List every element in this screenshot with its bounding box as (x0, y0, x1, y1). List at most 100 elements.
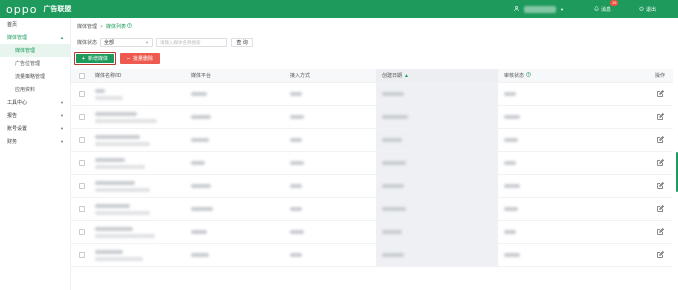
row-checkbox-cell (71, 252, 93, 258)
edit-icon[interactable] (656, 158, 664, 168)
row-checkbox-cell (71, 114, 93, 120)
cell-name (93, 180, 191, 192)
redacted-date (382, 138, 402, 142)
sidebar-item-ad-slot-management[interactable]: 广告位管理 (0, 57, 70, 70)
sidebar-item-traffic-strategy[interactable]: 流量策略管理 (0, 70, 70, 83)
table-row (71, 152, 673, 175)
sidebar-group-reports[interactable]: 报告 ▼ (0, 109, 70, 122)
query-button[interactable]: 查 询 (231, 38, 254, 47)
top-navbar: oppo 广告联盟 ▼ 消息 15 退出 (0, 0, 678, 18)
chevron-down-icon: ▼ (145, 40, 150, 45)
redacted-access-mode (290, 92, 302, 96)
brand[interactable]: oppo 广告联盟 (0, 3, 71, 16)
edit-icon[interactable] (656, 181, 664, 191)
row-checkbox[interactable] (79, 160, 85, 166)
cell-audit-status (498, 115, 647, 119)
redacted-media-name (95, 157, 125, 162)
cell-audit-status (498, 253, 647, 257)
logout-button[interactable]: 退出 (639, 6, 656, 13)
redacted-status (504, 184, 520, 188)
help-icon[interactable] (526, 72, 532, 79)
header-access-mode: 接入方式 (290, 73, 311, 79)
cell-created-date (376, 129, 498, 151)
redacted-platform (191, 253, 209, 257)
redacted-media-name (95, 111, 137, 116)
redacted-media-name (95, 88, 105, 93)
row-checkbox[interactable] (79, 206, 85, 212)
header-name: 媒体名称/ID (95, 73, 122, 79)
brand-title: 广告联盟 (43, 6, 72, 13)
cell-audit-status (498, 161, 647, 165)
redacted-status (504, 207, 518, 211)
redacted-platform (191, 207, 213, 211)
user-menu[interactable]: ▼ (514, 5, 564, 13)
sidebar-item-app-info[interactable]: 应用资料 (0, 83, 70, 96)
minus-icon: − (127, 55, 130, 62)
redacted-media-id (95, 95, 123, 100)
header-created-date[interactable]: 创建日期 ▲ (376, 69, 498, 82)
redacted-access-mode (290, 138, 302, 142)
cell-access-mode (290, 138, 376, 142)
cell-platform (191, 207, 290, 211)
status-select[interactable]: 全部 ▼ (100, 38, 154, 47)
edit-icon[interactable] (656, 250, 664, 260)
header-audit-status-label: 审核状态 (504, 73, 525, 79)
edit-icon[interactable] (656, 89, 664, 99)
cell-access-mode (290, 184, 376, 188)
edit-icon[interactable] (656, 204, 664, 214)
redacted-media-name (95, 249, 123, 254)
redacted-media-id (95, 187, 150, 192)
top-right-area: ▼ 消息 15 退出 (514, 0, 678, 18)
media-table: 媒体名称/ID 媒体平台 接入方式 创建日期 ▲ 审核状态 操作 (71, 69, 673, 267)
sidebar-item-label: 首页 (7, 22, 18, 28)
row-checkbox[interactable] (79, 137, 85, 143)
breadcrumb-current: 媒体列表 (105, 24, 126, 30)
media-search-input[interactable] (156, 38, 228, 47)
cell-audit-status (498, 230, 647, 234)
breadcrumb-root[interactable]: 媒体管理 (77, 23, 97, 30)
cell-operation (647, 204, 673, 214)
table-row (71, 83, 673, 106)
redacted-platform (191, 161, 205, 165)
row-checkbox[interactable] (79, 114, 85, 120)
batch-delete-button[interactable]: − 批量删除 (120, 53, 160, 64)
redacted-media-name (95, 134, 140, 139)
cell-access-mode (290, 207, 376, 211)
sidebar-item-label: 财务 (7, 139, 18, 145)
redacted-media-id (95, 141, 150, 146)
sidebar-item-label: 账号设置 (7, 126, 28, 132)
edit-icon[interactable] (656, 135, 664, 145)
sidebar-group-finance[interactable]: 财务 ▼ (0, 135, 70, 148)
edit-icon[interactable] (656, 112, 664, 122)
sidebar-group-account[interactable]: 账号设置 ▼ (0, 122, 70, 135)
row-checkbox-cell (71, 91, 93, 97)
cell-operation (647, 135, 673, 145)
sort-up-icon[interactable]: ▲ (404, 73, 409, 79)
add-media-button[interactable]: + 新增媒体 (74, 52, 116, 65)
sidebar-group-tools[interactable]: 工具中心 ▼ (0, 96, 70, 109)
cell-name (93, 111, 191, 123)
cell-operation (647, 112, 673, 122)
row-checkbox[interactable] (79, 183, 85, 189)
select-all-checkbox[interactable] (79, 72, 85, 79)
redacted-status (504, 138, 518, 142)
cell-created-date (376, 152, 498, 174)
help-icon[interactable] (127, 23, 132, 30)
edit-icon[interactable] (656, 227, 664, 237)
sidebar-item-home[interactable]: 首页 (0, 18, 70, 31)
cell-created-date (376, 83, 498, 105)
batch-delete-label: 批量删除 (132, 56, 153, 62)
redacted-media-name (95, 180, 135, 185)
redacted-status (504, 230, 516, 234)
sidebar-group-media[interactable]: 媒体管理 ▲ (0, 31, 70, 44)
row-checkbox[interactable] (79, 229, 85, 235)
messages-button[interactable]: 消息 15 (593, 0, 619, 13)
row-checkbox[interactable] (79, 252, 85, 258)
row-checkbox-cell (71, 229, 93, 235)
row-checkbox[interactable] (79, 91, 85, 97)
cell-operation (647, 181, 673, 191)
sidebar-item-media-management[interactable]: 媒体管理 (0, 44, 70, 57)
table-row (71, 198, 673, 221)
cell-name (93, 226, 191, 238)
header-operation: 操作 (654, 73, 665, 79)
